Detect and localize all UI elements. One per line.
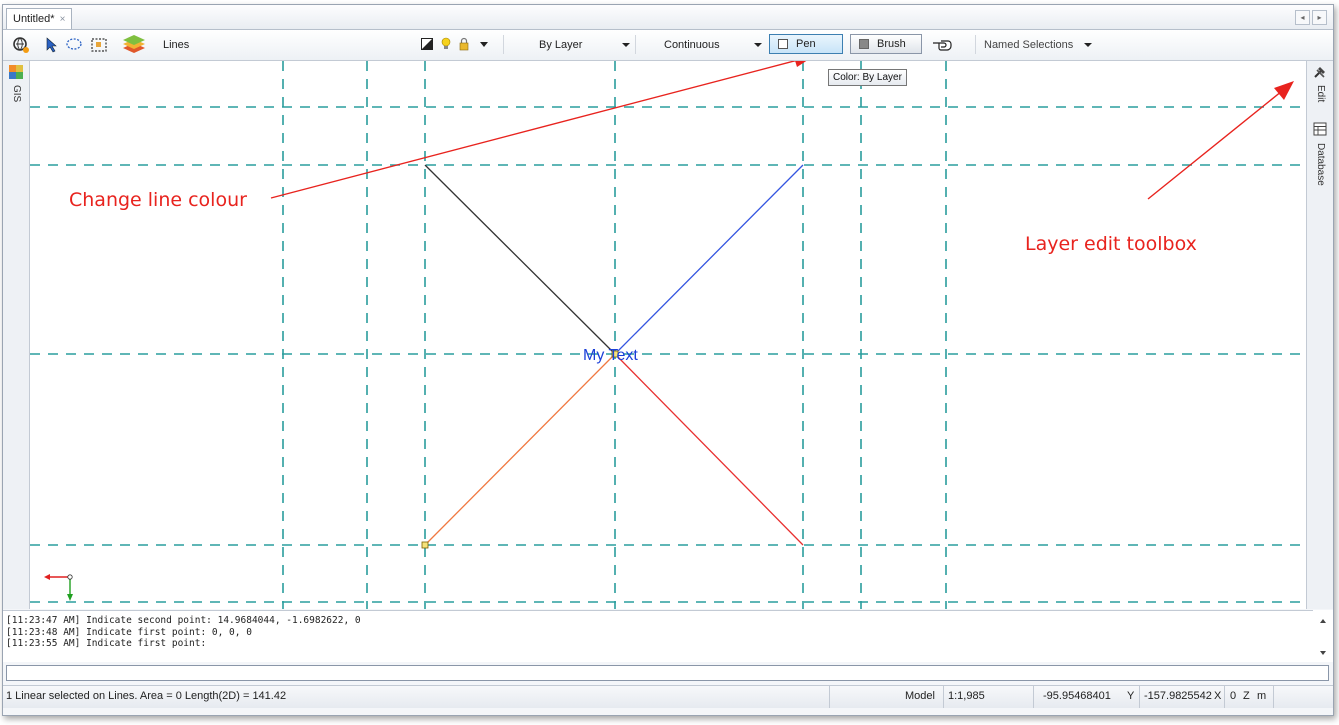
annotation-layer-edit-toolbox: Layer edit toolbox [1025,233,1197,255]
linetype-dropdown[interactable]: Continuous [635,35,766,54]
unit-label: m [1257,690,1267,702]
command-log: [11:23:47 AM] Indicate second point: 14.… [3,610,1333,662]
x-coordinate: -157.9825542 [1144,690,1212,702]
tab-next-icon[interactable]: ▸ [1312,10,1327,25]
lock-icon[interactable] [458,36,470,52]
window-select-icon[interactable] [89,35,109,55]
left-side-panel: GIS [3,61,30,609]
linetype-dropdown-value: Continuous [664,38,720,51]
drawing-svg[interactable] [30,61,1306,609]
log-line: [11:23:55 AM] Indicate first point: [6,638,207,649]
gis-map-icon[interactable] [7,63,25,81]
tab-navigation: ◂ ▸ [1295,10,1327,25]
edit-panel-tab[interactable]: Edit [1315,85,1326,102]
log-line: [11:23:47 AM] Indicate second point: 14.… [6,615,361,626]
database-panel-tab[interactable]: Database [1315,143,1326,186]
main-toolbar: Lines By Layer Continuous Pen Brush Name… [3,30,1333,61]
pen-color-tooltip: Color: By Layer [828,69,907,86]
command-input[interactable] [6,665,1329,681]
selection-grip [421,541,429,549]
named-selections-label: Named Selections [984,38,1074,51]
named-selections-dropdown[interactable]: Named Selections [975,35,1100,54]
pen-color-swatch [778,39,788,49]
z-label: Z [1243,690,1250,702]
layer-visibility-icon[interactable] [420,36,434,52]
tab-prev-icon[interactable]: ◂ [1295,10,1310,25]
brush-button[interactable]: Brush [850,34,922,54]
line-top-left [424,164,616,355]
hammer-icon[interactable] [1311,63,1329,81]
app-window: Untitled* × ◂ ▸ Lines By Layer Continuou… [2,4,1334,716]
hand-pointer-icon[interactable] [931,36,959,54]
bulb-icon[interactable] [440,36,452,52]
layer-dropdown-arrow[interactable] [477,36,491,52]
pen-label: Pen [796,38,816,50]
annotation-change-line-colour: Change line colour [69,189,247,211]
status-bar: 1 Linear selected on Lines. Area = 0 Len… [3,685,1333,708]
document-tabstrip: Untitled* × ◂ ▸ [3,5,1333,30]
globe-gear-icon[interactable] [11,35,31,55]
lasso-select-icon[interactable] [64,35,84,55]
color-dropdown[interactable]: By Layer [503,35,634,54]
log-scrollbar[interactable] [1313,610,1333,662]
annotation-arrow-pen [270,61,807,199]
layer-name: Lines [163,38,190,51]
brush-color-swatch [859,39,869,49]
linetype-dropdown-arrow [754,43,762,47]
grid-lines [30,61,1306,609]
right-side-panel: Edit Database [1306,61,1333,609]
gis-panel-tab[interactable]: GIS [11,85,22,102]
log-line: [11:23:48 AM] Indicate first point: 0, 0… [6,626,252,638]
database-icon[interactable] [1312,121,1328,137]
y-coordinate: -95.95468401 [1043,690,1111,702]
pen-button[interactable]: Pen [769,34,843,54]
y-label: Y [1127,690,1135,702]
tab-untitled[interactable]: Untitled* × [6,8,73,29]
annotation-arrow-edit [1147,81,1294,200]
axis-indicator-icon [44,574,73,601]
named-selections-arrow [1084,43,1092,47]
select-arrow-icon[interactable] [43,35,61,55]
model-mode[interactable]: Model [905,690,935,702]
selection-status: 1 Linear selected on Lines. Area = 0 Len… [6,690,287,702]
tab-close-icon[interactable]: × [60,14,66,25]
drawing-canvas[interactable]: Color: By Layer Change line colour Layer… [30,61,1306,609]
color-dropdown-arrow [622,43,630,47]
layer-dropdown[interactable]: Lines [163,35,403,54]
line-bottom-right [614,353,804,546]
line-top-right [614,164,804,355]
color-dropdown-value: By Layer [539,38,583,51]
scale-value[interactable]: 1:1,985 [948,690,985,702]
line-bottom-left [424,353,616,546]
layers-icon[interactable] [121,33,147,57]
x-label: X [1214,690,1222,702]
tab-title: Untitled* [13,13,55,25]
z-coordinate: 0 [1230,690,1237,702]
brush-label: Brush [877,38,906,50]
canvas-text-label[interactable]: My Text [583,347,638,365]
